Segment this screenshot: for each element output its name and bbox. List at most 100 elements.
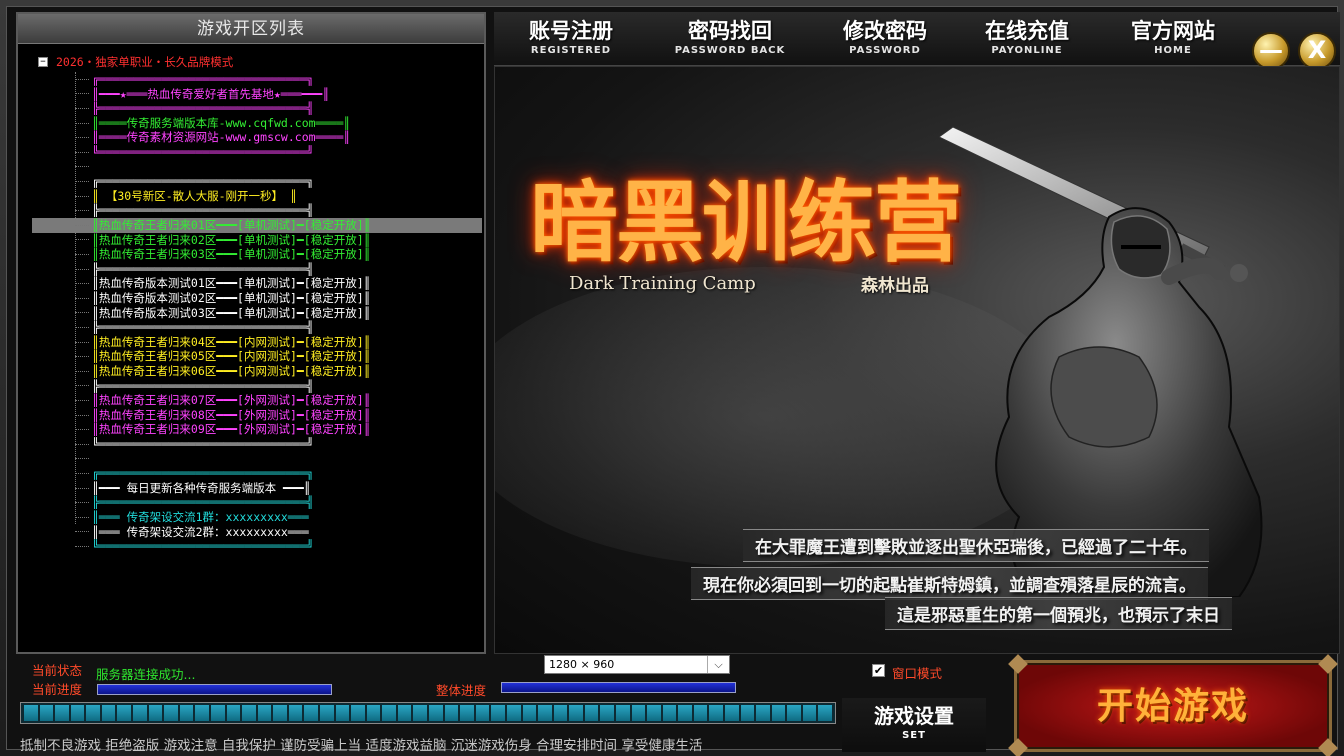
- start-game-button[interactable]: 开始游戏: [1008, 654, 1338, 756]
- server-list-item[interactable]: ╚══════════════════════════════╝: [75, 145, 314, 160]
- overall-progress-label: 整体进度: [436, 683, 487, 698]
- server-list-item[interactable]: ║═══ 传奇架设交流1群：xxxxxxxxx═══: [75, 510, 309, 525]
- server-list-item[interactable]: ╠══════════════════════════════╣: [75, 495, 314, 510]
- server-list-item-label: ║热血传奇王者归来09区━━━[外网测试]━[稳定开放]║: [92, 422, 371, 437]
- server-list-item[interactable]: ║════传奇服务端版本库-www.cqfwd.com════║: [75, 116, 350, 131]
- nav-sublabel: PAYONLINE: [991, 45, 1063, 56]
- server-list-item[interactable]: ╠══════════════════════════════╣: [75, 379, 314, 394]
- server-list-item-label: ╠══════════════════════════════╣: [92, 378, 314, 393]
- nav-label: 密码找回: [688, 18, 772, 43]
- server-list-item[interactable]: ║热血传奇王者归来07区━━━[外网测试]━[稳定开放]║: [75, 393, 371, 408]
- loading-segment: [288, 705, 303, 721]
- server-list-item[interactable]: ║════传奇素材资源网站-www.gmscw.com════║: [75, 130, 350, 145]
- server-list-item[interactable]: ╠══════════════════════════════╣: [75, 262, 314, 277]
- loading-segment: [506, 705, 521, 721]
- server-list-panel: 游戏开区列表 − 2026・独家单职业・长久品牌模式 ╔════════════…: [16, 12, 486, 654]
- tree-connector: [75, 414, 89, 416]
- server-list-item-label: ║热血传奇王者归来07区━━━[外网测试]━[稳定开放]║: [92, 393, 371, 408]
- server-list-item-label: ║═══ 传奇架设交流2群：xxxxxxxxx═══: [92, 524, 309, 539]
- server-list-item[interactable]: ║═══ 传奇架设交流2群：xxxxxxxxx═══: [75, 525, 309, 540]
- server-list-item[interactable]: ║热血传奇王者归来06区━━━[内网测试]━[稳定开放]║: [75, 364, 371, 379]
- loading-segment: [662, 705, 677, 721]
- nav-label: 账号注册: [529, 18, 613, 43]
- banner-image: 暗黑训练营 Dark Training Camp 森林出品 在大罪魔王遭到擊敗並…: [494, 66, 1340, 654]
- nav-register-button[interactable]: 账号注册 REGISTERED: [516, 18, 626, 58]
- nav-sublabel: PASSWORD: [849, 45, 921, 56]
- server-list-item[interactable]: ╠══════════════════════════════╣: [75, 101, 314, 116]
- loading-segment: [553, 705, 568, 721]
- loading-segment: [460, 705, 474, 721]
- loading-segment: [678, 705, 692, 721]
- server-list-item[interactable]: ║热血传奇王者归来02区━━━[单机测试]━[稳定开放]║: [75, 233, 371, 248]
- server-list-item[interactable]: ║热血传奇王者归来09区━━━[外网测试]━[稳定开放]║: [75, 422, 371, 437]
- loading-segment: [101, 705, 116, 721]
- tree-connector: [75, 239, 89, 241]
- nav-home-button[interactable]: 官方网站 HOME: [1118, 18, 1228, 58]
- server-list-item[interactable]: ║热血传奇版本测试01区━━━[单机测试]━[稳定开放]║: [75, 276, 371, 291]
- status-label: 当前状态: [32, 663, 83, 678]
- loading-segment: [631, 705, 646, 721]
- loading-segment: [351, 705, 365, 721]
- server-list-item[interactable]: ║热血传奇王者归来08区━━━[外网测试]━[稳定开放]║: [75, 408, 371, 423]
- server-list-item[interactable]: ║━━━★═══热血传奇爱好者首先基地★═══━━━║: [75, 87, 329, 102]
- server-list-item[interactable]: ║热血传奇王者归来03区━━━[单机测试]━[稳定开放]║: [75, 247, 371, 262]
- game-logo: 暗黑训练营 Dark Training Camp 森林出品: [515, 167, 975, 317]
- loading-segment: [86, 705, 100, 721]
- collapse-icon[interactable]: −: [38, 57, 48, 67]
- tree-connector: [75, 253, 89, 255]
- server-list-item-label: ║━━━ 每日更新各种传奇服务端版本 ━━━║: [92, 480, 311, 495]
- tree-connector: [75, 78, 89, 80]
- server-list-item-label: ╔══════════════════════════════╗: [92, 466, 314, 481]
- tree-connector: [75, 283, 89, 285]
- server-list-title: 游戏开区列表: [18, 14, 484, 44]
- nav-change-password-button[interactable]: 修改密码 PASSWORD: [830, 18, 940, 58]
- server-list-item[interactable]: [75, 452, 92, 467]
- server-list-item[interactable]: ║热血传奇版本测试03区━━━[单机测试]━[稳定开放]║: [75, 306, 371, 321]
- server-list-item[interactable]: ║热血传奇王者归来01区━━━[单机测试]━[稳定开放]║: [32, 218, 482, 233]
- loading-segment: [133, 705, 147, 721]
- loading-segment: [413, 705, 428, 721]
- loading-segment: [195, 705, 209, 721]
- nav-label: 官方网站: [1131, 18, 1215, 43]
- tree-connector: [75, 210, 89, 212]
- status-value: 服务器连接成功...: [96, 667, 196, 682]
- server-list-item[interactable]: ║ 【30号新区-散人大服-刚开一秒】 ║: [75, 189, 297, 204]
- tree-connector: [75, 385, 89, 387]
- close-button[interactable]: X: [1298, 32, 1336, 70]
- server-list-item[interactable]: ║热血传奇王者归来04区━━━[内网测试]━[稳定开放]║: [75, 335, 371, 350]
- window-mode-checkbox[interactable]: ✔: [872, 664, 885, 677]
- server-list-item[interactable]: ╔══════════════════════════════╗: [75, 72, 314, 87]
- game-settings-button[interactable]: 游戏设置 SET: [842, 698, 986, 752]
- nav-recharge-button[interactable]: 在线充值 PAYONLINE: [972, 18, 1082, 58]
- server-list-item[interactable]: [75, 160, 92, 175]
- minimize-button[interactable]: —: [1252, 32, 1290, 70]
- server-list-item-label: ╔══════════════════════════════╗: [92, 174, 314, 189]
- progress-label: 当前进度: [32, 682, 83, 697]
- server-list-item[interactable]: ║热血传奇王者归来05区━━━[内网测试]━[稳定开放]║: [75, 349, 371, 364]
- server-list-item[interactable]: ╚══════════════════════════════╝: [75, 539, 314, 554]
- tree-connector: [75, 370, 89, 372]
- server-list-item[interactable]: ╠══════════════════════════════╣: [75, 203, 314, 218]
- server-list-item-label: ║热血传奇王者归来03区━━━[单机测试]━[稳定开放]║: [92, 247, 371, 262]
- server-list-item-label: ╠══════════════════════════════╣: [92, 495, 314, 510]
- server-tree[interactable]: − 2026・独家单职业・长久品牌模式 ╔═══════════════════…: [30, 52, 482, 648]
- resolution-select[interactable]: 1280 × 960 ⌵: [544, 655, 730, 674]
- server-list-item[interactable]: ╔══════════════════════════════╗: [75, 174, 314, 189]
- loading-segment: [693, 705, 708, 721]
- server-list-item[interactable]: ╚══════════════════════════════╝: [75, 437, 314, 452]
- server-list-item[interactable]: ║热血传奇版本测试02区━━━[单机测试]━[稳定开放]║: [75, 291, 371, 306]
- nav-label: 在线充值: [985, 18, 1069, 43]
- tree-connector: [75, 472, 89, 474]
- start-game-label: 开始游戏: [1096, 685, 1249, 727]
- server-list-item[interactable]: ║━━━ 每日更新各种传奇服务端版本 ━━━║: [75, 481, 311, 496]
- server-list-item-label: ╚══════════════════════════════╝: [92, 437, 314, 451]
- tree-root[interactable]: − 2026・独家单职业・长久品牌模式: [38, 54, 233, 70]
- tree-connector: [75, 297, 89, 299]
- server-list-item-label: ║═══ 传奇架设交流1群：xxxxxxxxx═══: [92, 510, 309, 524]
- nav-password-back-button[interactable]: 密码找回 PASSWORD BACK: [666, 18, 794, 58]
- server-list-item[interactable]: ╠══════════════════════════════╣: [75, 320, 314, 335]
- server-list-item[interactable]: ╔══════════════════════════════╗: [75, 466, 314, 481]
- loading-segment: [615, 705, 630, 721]
- chevron-down-icon[interactable]: ⌵: [707, 656, 729, 673]
- tree-connector: [75, 137, 89, 139]
